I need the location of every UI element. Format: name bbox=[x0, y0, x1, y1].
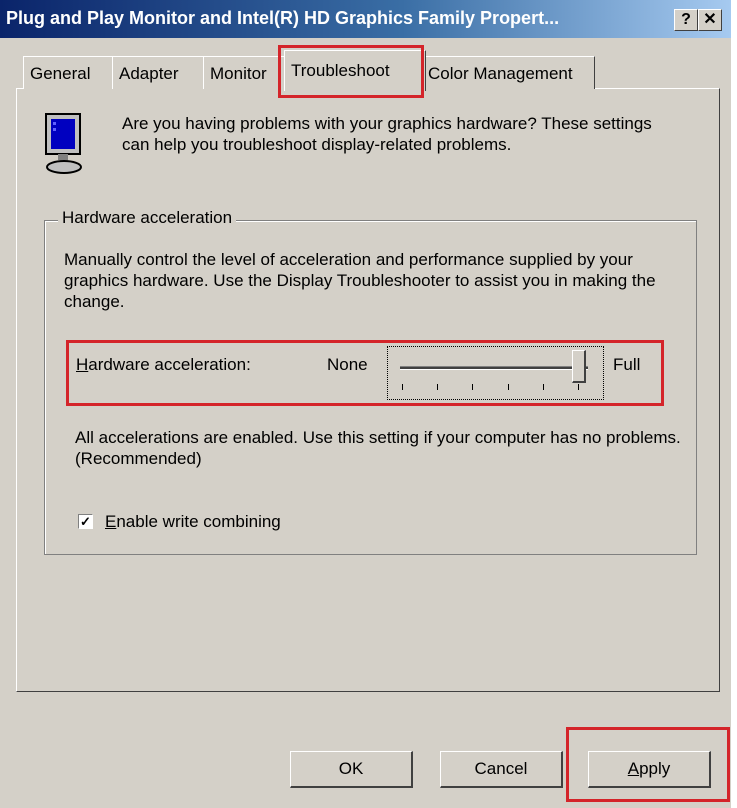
slider-tick bbox=[542, 384, 544, 390]
checkmark-icon: ✓ bbox=[80, 514, 91, 529]
acceleration-status-text: All accelerations are enabled. Use this … bbox=[75, 428, 681, 468]
apply-button[interactable]: Apply bbox=[588, 751, 711, 788]
intro-text: Are you having problems with your graphi… bbox=[122, 114, 652, 154]
slider-tick bbox=[578, 384, 579, 390]
ok-button[interactable]: OK bbox=[290, 751, 413, 788]
tab-monitor[interactable]: Monitor bbox=[203, 56, 287, 89]
slider-tick bbox=[472, 384, 474, 390]
cancel-button[interactable]: Cancel bbox=[440, 751, 563, 788]
tab-general[interactable]: General bbox=[23, 56, 117, 89]
tab-troubleshoot[interactable]: Troubleshoot bbox=[284, 50, 426, 91]
write-combining-checkbox[interactable]: ✓ bbox=[78, 514, 93, 529]
slider-track bbox=[400, 366, 588, 370]
window-title: Plug and Play Monitor and Intel(R) HD Gr… bbox=[6, 8, 560, 28]
write-combining-label[interactable]: Enable write combining bbox=[105, 512, 281, 532]
slider-label: Hardware acceleration: bbox=[76, 355, 251, 374]
tab-adapter[interactable]: Adapter bbox=[112, 56, 206, 89]
slider-min-label: None bbox=[327, 355, 368, 374]
close-button[interactable]: ✕ bbox=[698, 9, 722, 31]
close-icon: ✕ bbox=[703, 11, 717, 28]
tab-color-management[interactable]: Color Management bbox=[421, 56, 595, 89]
help-button[interactable]: ? bbox=[674, 9, 698, 31]
slider-tick bbox=[507, 384, 509, 390]
title-bar[interactable]: Plug and Play Monitor and Intel(R) HD Gr… bbox=[0, 0, 731, 38]
slider-tick bbox=[437, 384, 439, 390]
slider-tick bbox=[402, 384, 403, 390]
slider-thumb[interactable] bbox=[572, 350, 586, 383]
group-title: Hardware acceleration bbox=[58, 208, 237, 228]
properties-dialog: Plug and Play Monitor and Intel(R) HD Gr… bbox=[0, 0, 731, 808]
slider-max-label: Full bbox=[613, 355, 641, 374]
monitor-icon bbox=[45, 113, 82, 174]
group-description: Manually control the level of accelerati… bbox=[64, 250, 656, 311]
